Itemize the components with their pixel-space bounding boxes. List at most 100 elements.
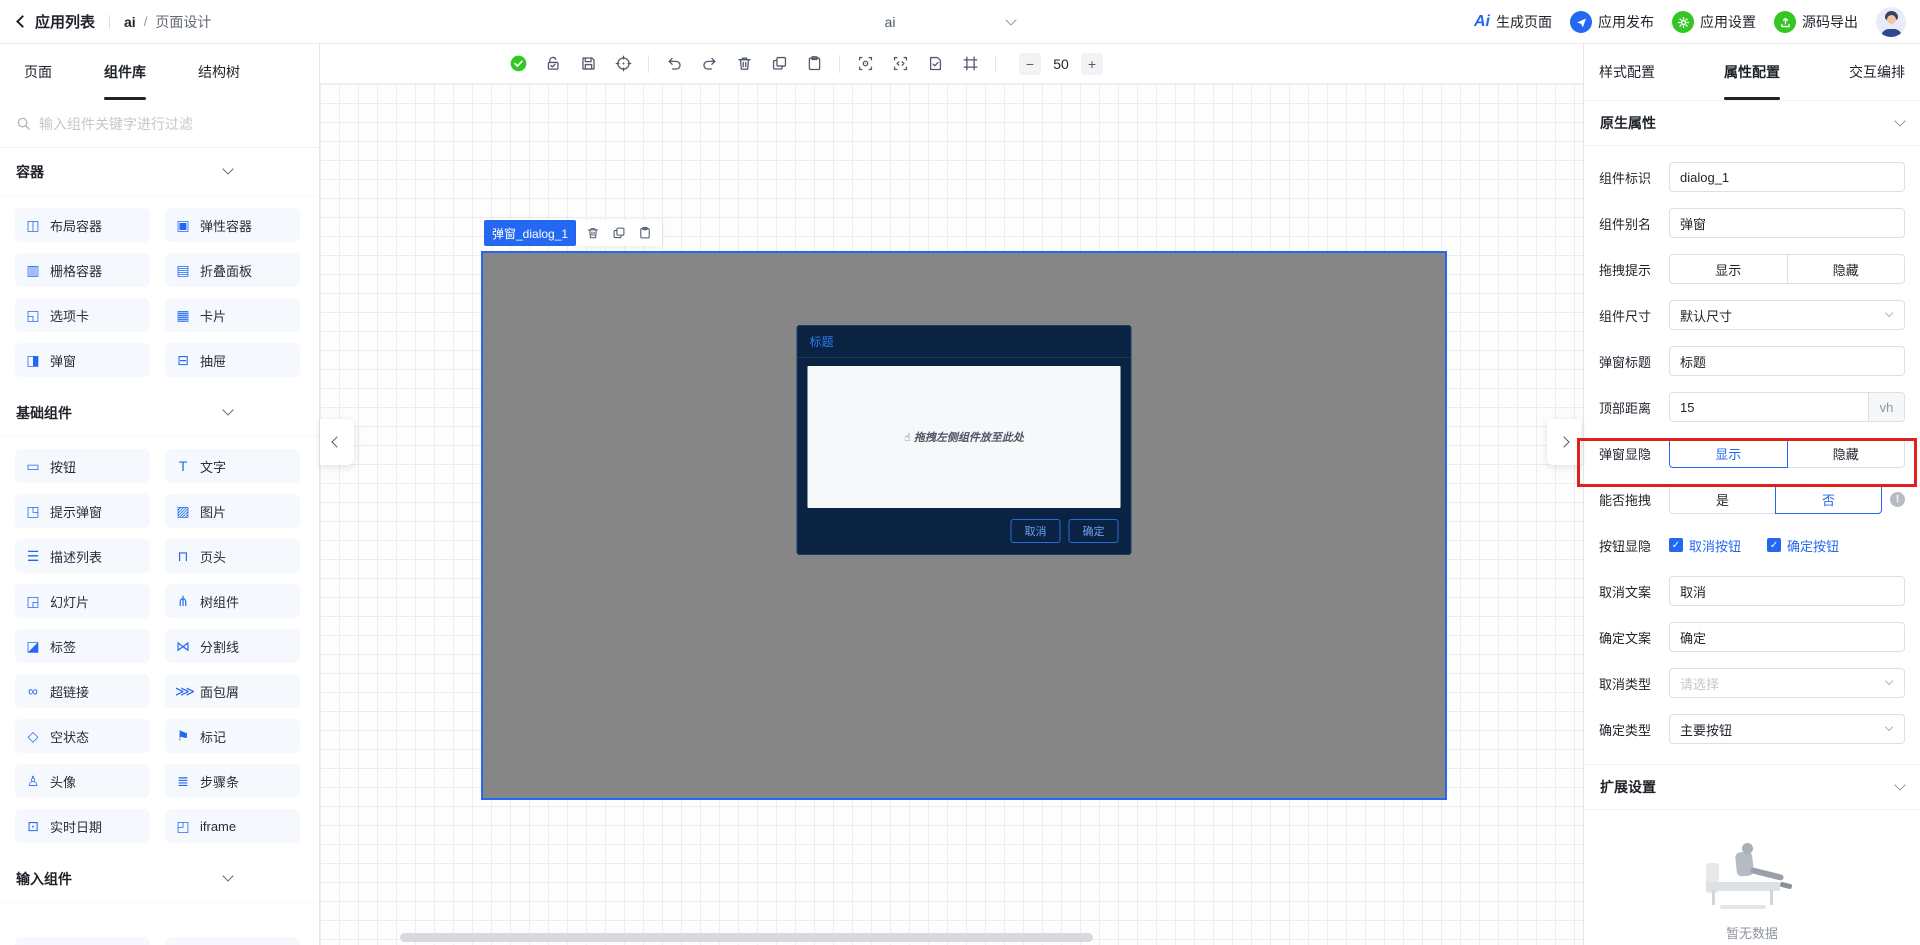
component-item[interactable]: ⚑ 标记 bbox=[165, 719, 300, 753]
tab-structure-tree[interactable]: 结构树 bbox=[198, 44, 240, 100]
back-icon[interactable] bbox=[16, 15, 29, 28]
tab-pages[interactable]: 页面 bbox=[24, 44, 52, 100]
option-yes[interactable]: 是 bbox=[1669, 484, 1776, 514]
field-confirm-text: 确定文案 bbox=[1584, 614, 1920, 660]
dialog-title-input[interactable] bbox=[1669, 346, 1905, 376]
search-input[interactable] bbox=[39, 115, 303, 132]
app-settings-button[interactable]: 应用设置 bbox=[1672, 11, 1756, 33]
code-export-button[interactable]: 源码导出 bbox=[1774, 11, 1858, 33]
artboard[interactable]: 标题 拖拽左侧组件放至此处 取消 确定 bbox=[481, 251, 1447, 800]
page-select[interactable]: ai bbox=[765, 0, 1017, 44]
component-item[interactable]: ◳ 提示弹窗 bbox=[15, 494, 150, 528]
component-item[interactable]: ☰ 描述列表 bbox=[15, 539, 150, 573]
option-show[interactable]: 显示 bbox=[1669, 254, 1788, 284]
preview-icon[interactable] bbox=[855, 54, 875, 74]
dialog-confirm-button[interactable]: 确定 bbox=[1068, 519, 1119, 543]
component-item[interactable]: ◪ 标签 bbox=[15, 629, 150, 663]
user-avatar[interactable] bbox=[1876, 7, 1906, 37]
page-check-icon[interactable] bbox=[925, 54, 945, 74]
section-input-components[interactable]: 输入组件 bbox=[0, 855, 319, 903]
component-item[interactable]: ◨ 弹窗 bbox=[15, 343, 150, 377]
component-item[interactable]: ⊟ 抽屉 bbox=[165, 343, 300, 377]
component-library-panel: 页面 组件库 结构树 容器 ◫布局容器 ▣弹性容器 ▥栅格容器 ▤折叠面板 ◱选… bbox=[0, 44, 320, 945]
section-native-properties[interactable]: 原生属性 bbox=[1584, 100, 1920, 146]
unlock-icon[interactable] bbox=[543, 54, 563, 74]
component-item[interactable]: ⊡ 实时日期 bbox=[15, 809, 150, 843]
component-item[interactable]: ∞ 超链接 bbox=[15, 674, 150, 708]
component-item[interactable]: ▤ 折叠面板 bbox=[165, 253, 300, 287]
empty-illustration bbox=[1692, 839, 1812, 909]
component-item[interactable]: ◇ 空状态 bbox=[15, 719, 150, 753]
tab-components[interactable]: 组件库 bbox=[104, 44, 146, 100]
option-hide[interactable]: 隐藏 bbox=[1786, 254, 1905, 284]
selected-component-badge[interactable]: 弹窗_dialog_1 bbox=[484, 220, 577, 246]
back-button[interactable]: 应用列表 bbox=[35, 11, 95, 32]
section-containers[interactable]: 容器 bbox=[0, 148, 319, 196]
undo-icon[interactable] bbox=[664, 54, 684, 74]
trash-icon[interactable] bbox=[586, 226, 600, 240]
copy-icon[interactable] bbox=[612, 226, 626, 240]
info-icon[interactable] bbox=[1890, 491, 1905, 507]
cancel-text-input[interactable] bbox=[1669, 576, 1905, 606]
cancel-button-checkbox-group[interactable]: 取消按钮 bbox=[1669, 536, 1741, 555]
component-item[interactable]: ▣ 弹性容器 bbox=[165, 208, 300, 242]
section-basic-components[interactable]: 基础组件 bbox=[0, 389, 319, 437]
confirm-type-select[interactable]: 主要按钮 bbox=[1669, 714, 1905, 744]
component-item[interactable]: ▦ 卡片 bbox=[165, 298, 300, 332]
tab-interaction[interactable]: 交互编排 bbox=[1849, 44, 1905, 100]
target-icon[interactable] bbox=[613, 54, 633, 74]
horizontal-scrollbar[interactable] bbox=[400, 933, 1093, 942]
trash-icon[interactable] bbox=[734, 54, 754, 74]
collapse-panel-icon: ▤ bbox=[176, 261, 190, 278]
section-extended-settings[interactable]: 扩展设置 bbox=[1584, 764, 1920, 810]
component-item[interactable]: ◰ iframe bbox=[165, 809, 300, 843]
paste-icon[interactable] bbox=[638, 226, 652, 240]
component-item[interactable]: ⋙ 面包屑 bbox=[165, 674, 300, 708]
redo-icon[interactable] bbox=[699, 54, 719, 74]
cancel-type-select[interactable]: 请选择 bbox=[1669, 668, 1905, 698]
component-item[interactable]: ⊓ 页头 bbox=[165, 539, 300, 573]
save-icon[interactable] bbox=[578, 54, 598, 74]
tab-style-config[interactable]: 样式配置 bbox=[1599, 44, 1655, 100]
page-select-value: ai bbox=[884, 14, 896, 30]
component-item[interactable]: ♙ 头像 bbox=[15, 764, 150, 798]
field-confirm-type: 确定类型 主要按钮 bbox=[1584, 706, 1920, 752]
component-item[interactable]: ≣ 步骤条 bbox=[165, 764, 300, 798]
copy-icon[interactable] bbox=[769, 54, 789, 74]
zoom-in-icon[interactable] bbox=[1081, 52, 1103, 75]
dialog-cancel-button[interactable]: 取消 bbox=[1010, 519, 1061, 543]
confirm-button-checkbox-group[interactable]: 确定按钮 bbox=[1767, 536, 1839, 555]
component-item[interactable]: ◫ 布局容器 bbox=[15, 208, 150, 242]
app-publish-button[interactable]: 应用发布 bbox=[1570, 11, 1654, 33]
realtime-date-icon: ⊡ bbox=[27, 817, 39, 834]
zoom-out-icon[interactable] bbox=[1019, 52, 1041, 75]
component-item[interactable]: ◱ 选项卡 bbox=[15, 298, 150, 332]
component-item[interactable]: ▨ 图片 bbox=[165, 494, 300, 528]
frame-icon[interactable] bbox=[960, 54, 980, 74]
generate-page-button[interactable]: Ai 生成页面 bbox=[1474, 12, 1552, 32]
component-alias-input[interactable] bbox=[1669, 208, 1905, 238]
option-no[interactable]: 否 bbox=[1775, 484, 1882, 514]
dialog-drop-zone[interactable]: 拖拽左侧组件放至此处 bbox=[807, 366, 1121, 508]
tab-property-config[interactable]: 属性配置 bbox=[1724, 44, 1780, 100]
option-hide[interactable]: 隐藏 bbox=[1786, 438, 1905, 468]
status-ok-icon[interactable] bbox=[508, 54, 528, 74]
paste-icon[interactable] bbox=[804, 54, 824, 74]
option-show[interactable]: 显示 bbox=[1669, 438, 1788, 468]
component-item[interactable]: ⋈ 分割线 bbox=[165, 629, 300, 663]
component-item[interactable]: T 文字 bbox=[165, 449, 300, 483]
component-item[interactable]: ▥ 栅格容器 bbox=[15, 253, 150, 287]
component-item[interactable]: ▭ 按钮 bbox=[15, 449, 150, 483]
code-icon[interactable] bbox=[890, 54, 910, 74]
dialog-component[interactable]: 标题 拖拽左侧组件放至此处 取消 确定 bbox=[796, 325, 1132, 555]
design-canvas[interactable]: 弹窗_dialog_1 标题 拖拽左侧组件放至此处 取消 确定 bbox=[320, 84, 1583, 945]
component-id-input[interactable] bbox=[1669, 162, 1905, 192]
confirm-text-input[interactable] bbox=[1669, 622, 1905, 652]
component-item[interactable]: ◲ 幻灯片 bbox=[15, 584, 150, 618]
top-distance-input[interactable] bbox=[1670, 393, 1868, 421]
collapse-right-panel-button[interactable] bbox=[1547, 419, 1581, 465]
component-item[interactable]: ⋔ 树组件 bbox=[165, 584, 300, 618]
field-component-id: 组件标识 bbox=[1584, 154, 1920, 200]
collapse-left-panel-button[interactable] bbox=[320, 419, 354, 465]
component-size-select[interactable]: 默认尺寸 bbox=[1669, 300, 1905, 330]
